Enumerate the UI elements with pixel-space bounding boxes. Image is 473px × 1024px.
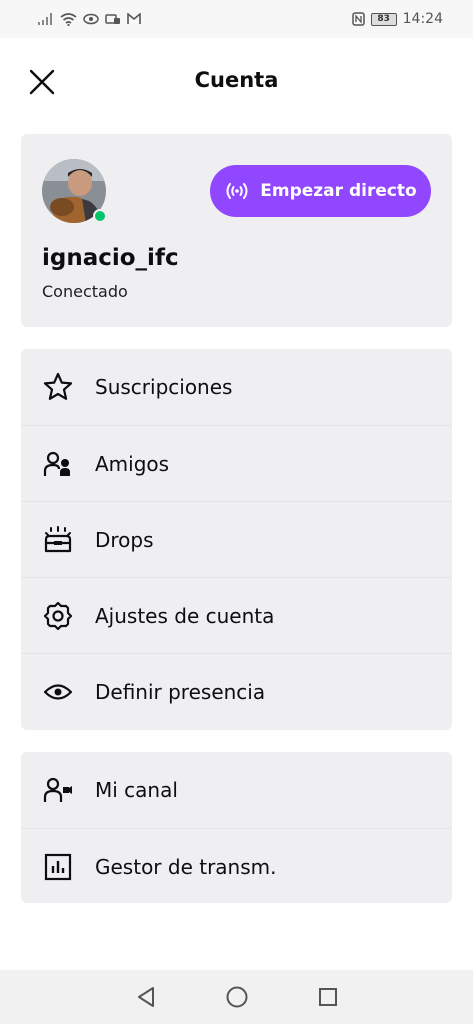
username: ignacio_ifc bbox=[42, 245, 179, 271]
header: Cuenta bbox=[0, 38, 473, 128]
start-live-label: Empezar directo bbox=[260, 181, 417, 201]
start-live-button[interactable]: Empezar directo bbox=[210, 165, 431, 217]
back-icon bbox=[137, 987, 154, 1007]
menu-item-label: Gestor de transm. bbox=[95, 854, 277, 879]
menu-item-account-settings[interactable]: Ajustes de cuenta bbox=[21, 577, 452, 653]
eye-icon bbox=[83, 13, 99, 25]
home-button[interactable] bbox=[217, 977, 257, 1017]
status-right: 83 14:24 bbox=[351, 11, 443, 27]
page-title: Cuenta bbox=[194, 68, 279, 92]
profile-card: Empezar directo ignacio_ifc Conectado bbox=[21, 134, 452, 327]
presence-status: Conectado bbox=[42, 282, 128, 301]
friends-icon bbox=[41, 447, 75, 481]
menu-item-drops[interactable]: Drops bbox=[21, 501, 452, 577]
status-icons bbox=[38, 12, 141, 26]
channel-menu: Mi canal Gestor de transm. bbox=[21, 752, 452, 903]
menu-item-label: Mi canal bbox=[95, 778, 178, 802]
recents-button[interactable] bbox=[308, 977, 348, 1017]
channel-icon bbox=[41, 773, 75, 807]
menu-item-label: Ajustes de cuenta bbox=[95, 603, 275, 628]
menu-item-friends[interactable]: Amigos bbox=[21, 425, 452, 501]
account-menu: Suscripciones Amigos Drops Ajustes de cu… bbox=[21, 349, 452, 730]
status-bar: 83 14:24 bbox=[0, 0, 473, 38]
star-icon bbox=[41, 370, 75, 404]
battery-indicator: 83 bbox=[370, 12, 397, 26]
home-icon bbox=[226, 986, 247, 1008]
broadcast-icon bbox=[226, 183, 248, 199]
drops-icon bbox=[41, 523, 75, 557]
signal-icon bbox=[38, 13, 52, 25]
nfc-icon bbox=[351, 12, 365, 26]
menu-item-stream-manager[interactable]: Gestor de transm. bbox=[21, 828, 452, 904]
system-navigation-bar bbox=[0, 970, 473, 1024]
eye-icon bbox=[41, 675, 75, 709]
menu-item-label: Drops bbox=[95, 527, 154, 552]
clock: 14:24 bbox=[402, 11, 443, 27]
notification-icon bbox=[105, 14, 120, 24]
menu-item-label: Amigos bbox=[95, 451, 170, 476]
back-button[interactable] bbox=[126, 977, 166, 1017]
gmail-icon bbox=[127, 13, 141, 24]
menu-item-label: Definir presencia bbox=[95, 679, 266, 704]
menu-item-my-channel[interactable]: Mi canal bbox=[21, 752, 452, 828]
recents-icon bbox=[318, 988, 337, 1006]
menu-item-label: Suscripciones bbox=[95, 375, 233, 399]
settings-gear-icon bbox=[41, 599, 75, 633]
menu-item-subscriptions[interactable]: Suscripciones bbox=[21, 349, 452, 425]
online-status-dot bbox=[93, 209, 107, 223]
wifi-icon bbox=[60, 12, 77, 26]
menu-item-set-presence[interactable]: Definir presencia bbox=[21, 653, 452, 729]
stream-manager-icon bbox=[41, 850, 75, 884]
